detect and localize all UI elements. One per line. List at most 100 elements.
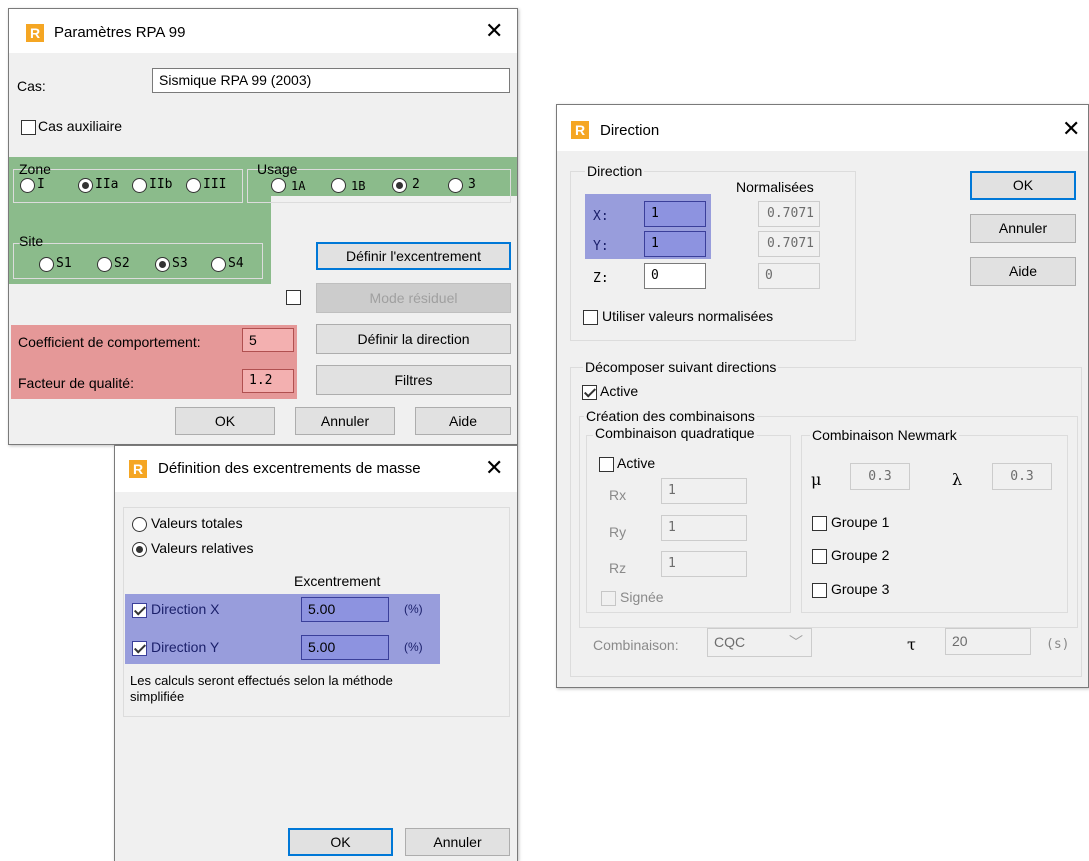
- zone-radio-i[interactable]: [20, 178, 35, 193]
- direction-y-unit: (%): [404, 640, 423, 654]
- close-icon[interactable]: ✕: [485, 21, 503, 43]
- direction-x-input[interactable]: 5.00: [301, 597, 389, 622]
- zone-label-iii: III: [203, 177, 227, 192]
- site-label-s1: S1: [56, 256, 72, 271]
- y-label: Y:: [593, 239, 609, 254]
- z-input[interactable]: 0: [644, 263, 706, 289]
- params-title: Paramètres RPA 99: [54, 24, 186, 41]
- direction-x-unit: (%): [404, 602, 423, 616]
- excentrement-titlebar[interactable]: R Définition des excentrements de masse …: [115, 446, 517, 492]
- rz-input: 1: [661, 551, 747, 577]
- facteur-input[interactable]: 1.2: [242, 369, 294, 393]
- signee-checkbox[interactable]: [601, 591, 616, 606]
- params-dialog: R Paramètres RPA 99 ✕ Cas: Sismique RPA …: [8, 8, 518, 445]
- site-group-label: Site: [19, 233, 44, 249]
- site-radio-s2[interactable]: [97, 257, 112, 272]
- rx-input: 1: [661, 478, 747, 504]
- signee-label: Signée: [620, 589, 664, 605]
- direction-y-input[interactable]: 5.00: [301, 635, 389, 660]
- excentrement-annuler-button[interactable]: Annuler: [405, 828, 510, 856]
- direction-x-label: Direction X: [151, 601, 220, 617]
- zone-label-i: I: [37, 177, 45, 192]
- direction-y-label: Direction Y: [151, 639, 220, 655]
- excentrement-dialog: R Définition des excentrements de masse …: [114, 445, 518, 861]
- excentrement-title: Définition des excentrements de masse: [158, 460, 421, 477]
- site-label-s4: S4: [228, 256, 244, 271]
- params-aide-button[interactable]: Aide: [415, 407, 511, 435]
- quadratique-active-label: Active: [617, 455, 656, 471]
- close-icon[interactable]: ✕: [1062, 119, 1080, 141]
- rz-label: Rz: [609, 560, 627, 576]
- mu-symbol: μ: [811, 470, 822, 489]
- close-icon[interactable]: ✕: [485, 458, 503, 480]
- direction-annuler-button[interactable]: Annuler: [970, 214, 1076, 243]
- usage-label-1a: 1A: [291, 179, 306, 193]
- facteur-label: Facteur de qualité:: [18, 375, 134, 391]
- coef-input[interactable]: 5: [242, 328, 294, 352]
- creation-label: Création des combinaisons: [584, 408, 757, 424]
- quadratique-active-checkbox[interactable]: [599, 457, 614, 472]
- zone-radio-iii[interactable]: [186, 178, 201, 193]
- x-input[interactable]: 1: [644, 201, 706, 227]
- excentrement-header: Excentrement: [294, 573, 381, 589]
- direction-x-checkbox[interactable]: [132, 603, 147, 618]
- params-annuler-button[interactable]: Annuler: [295, 407, 395, 435]
- direction-ok-button[interactable]: OK: [970, 171, 1076, 200]
- tau-input: 20: [945, 628, 1031, 655]
- site-radio-s4[interactable]: [211, 257, 226, 272]
- usage-label-1b: 1B: [351, 179, 366, 193]
- combinaison-value: CQC: [714, 634, 746, 650]
- groupe1-checkbox[interactable]: [812, 516, 827, 531]
- z-label: Z:: [593, 271, 609, 286]
- excentrement-ok-button[interactable]: OK: [288, 828, 393, 856]
- zone-label-iib: IIb: [149, 177, 173, 192]
- site-radio-s3[interactable]: [155, 257, 170, 272]
- coef-label: Coefficient de comportement:: [18, 334, 201, 350]
- usage-group-label: Usage: [257, 161, 298, 177]
- groupe3-checkbox[interactable]: [812, 583, 827, 598]
- decomposer-active-checkbox[interactable]: [582, 385, 597, 400]
- mu-input: 0.3: [850, 463, 910, 490]
- lambda-input: 0.3: [992, 463, 1052, 490]
- y-normalized: 0.7071: [758, 231, 820, 257]
- usage-radio-3[interactable]: [448, 178, 463, 193]
- cas-label: Cas:: [17, 78, 46, 94]
- params-ok-button[interactable]: OK: [175, 407, 275, 435]
- site-label-s3: S3: [172, 256, 188, 271]
- valeurs-relatives-radio[interactable]: [132, 542, 147, 557]
- decomposer-active-label: Active: [600, 383, 639, 399]
- definir-excentrement-button[interactable]: Définir l'excentrement: [316, 242, 511, 270]
- groupe2-checkbox[interactable]: [812, 549, 827, 564]
- params-titlebar[interactable]: R Paramètres RPA 99 ✕: [9, 9, 517, 53]
- zone-group-label: Zone: [19, 161, 51, 177]
- usage-radio-1a[interactable]: [271, 178, 286, 193]
- definir-direction-button[interactable]: Définir la direction: [316, 324, 511, 354]
- site-radio-s1[interactable]: [39, 257, 54, 272]
- utiliser-normalisees-checkbox[interactable]: [583, 310, 598, 325]
- quadratique-label: Combinaison quadratique: [593, 425, 757, 441]
- mode-residuel-button[interactable]: Mode résiduel: [316, 283, 511, 313]
- site-label-s2: S2: [114, 256, 130, 271]
- cas-input[interactable]: Sismique RPA 99 (2003): [152, 68, 510, 93]
- zone-radio-iia[interactable]: [78, 178, 93, 193]
- direction-y-checkbox[interactable]: [132, 641, 147, 656]
- mode-residuel-checkbox[interactable]: [286, 290, 301, 305]
- direction-titlebar[interactable]: R Direction ✕: [557, 105, 1088, 151]
- robot-app-icon: R: [26, 24, 44, 42]
- direction-aide-button[interactable]: Aide: [970, 257, 1076, 286]
- usage-radio-1b[interactable]: [331, 178, 346, 193]
- valeurs-totales-label: Valeurs totales: [151, 515, 243, 531]
- valeurs-relatives-label: Valeurs relatives: [151, 540, 254, 556]
- groupe1-label: Groupe 1: [831, 514, 890, 530]
- ry-input: 1: [661, 515, 747, 541]
- filtres-button[interactable]: Filtres: [316, 365, 511, 395]
- y-input[interactable]: 1: [644, 231, 706, 257]
- combinaison-select[interactable]: CQC ﹀: [707, 628, 812, 657]
- zone-radio-iib[interactable]: [132, 178, 147, 193]
- cas-auxiliaire-checkbox[interactable]: [21, 120, 36, 135]
- rx-label: Rx: [609, 487, 627, 503]
- valeurs-totales-radio[interactable]: [132, 517, 147, 532]
- usage-label-2: 2: [412, 177, 420, 192]
- methode-note: Les calculs seront effectués selon la mé…: [130, 673, 393, 704]
- usage-radio-2[interactable]: [392, 178, 407, 193]
